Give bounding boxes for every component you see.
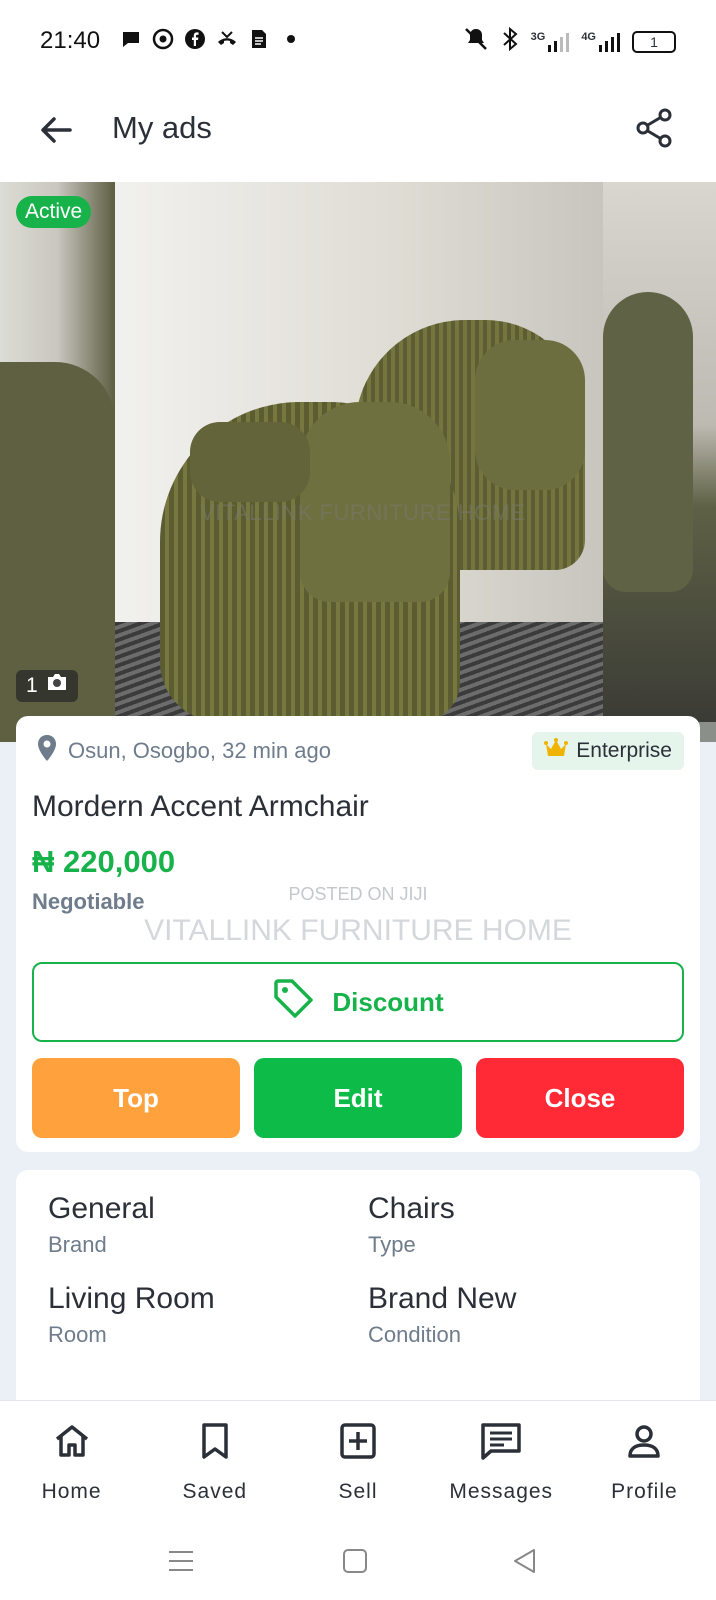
page-title: My ads xyxy=(112,110,212,145)
attribute-value: General xyxy=(48,1192,155,1225)
photo-count: 1 xyxy=(26,674,38,697)
location-pin-icon xyxy=(36,734,58,768)
seller-watermark: VITALLINK FURNITURE HOME xyxy=(144,914,572,947)
signal-4g-icon: 4G xyxy=(581,31,620,53)
app-bar: My ads xyxy=(0,84,716,182)
location-text: Osun, Osogbo, 32 min ago xyxy=(68,738,331,763)
attribute-value: Brand New xyxy=(368,1282,517,1315)
attribute-value: Living Room xyxy=(48,1282,215,1315)
posted-watermark: POSTED ON JIJI xyxy=(288,884,428,904)
nav-home-label: Home xyxy=(41,1480,102,1503)
nav-saved[interactable]: Saved xyxy=(143,1401,286,1524)
chair-image-front xyxy=(160,402,460,722)
bluetooth-icon xyxy=(501,26,519,57)
user-icon xyxy=(624,1421,664,1466)
attribute-brand: General Brand xyxy=(48,1192,155,1258)
discount-button[interactable]: Discount xyxy=(32,962,684,1042)
signal-3g-icon: 3G xyxy=(531,31,570,53)
whatsapp-icon xyxy=(152,28,174,50)
attribute-label: Condition xyxy=(368,1322,461,1347)
nav-messages-label: Messages xyxy=(449,1480,554,1503)
status-time: 21:40 xyxy=(40,27,101,54)
image-watermark: VITALLINK FURNITURE HOME xyxy=(200,500,526,525)
status-bar: 21:40 3G 4G 1 xyxy=(0,0,716,84)
bookmark-icon xyxy=(195,1421,235,1466)
signal-4g-label: 4G xyxy=(581,30,596,43)
notification-icons xyxy=(120,28,302,50)
attribute-label: Brand xyxy=(48,1232,107,1257)
nav-messages[interactable]: Messages xyxy=(430,1401,573,1524)
back-arrow-icon[interactable] xyxy=(34,108,78,152)
price-tag-icon xyxy=(272,977,316,1028)
home-icon xyxy=(52,1421,92,1466)
nav-saved-label: Saved xyxy=(182,1480,248,1503)
attribute-label: Room xyxy=(48,1322,107,1347)
attributes-card: General Brand Chairs Type Living Room Ro… xyxy=(16,1170,700,1410)
share-icon[interactable] xyxy=(632,106,676,150)
status-badge: Active xyxy=(16,196,92,228)
enterprise-badge: Enterprise xyxy=(532,732,684,770)
attribute-value: Chairs xyxy=(368,1192,455,1225)
chat-bubble-icon xyxy=(120,28,142,50)
message-icon xyxy=(479,1421,523,1466)
battery-icon: 1 xyxy=(632,30,676,53)
ad-title: Mordern Accent Armchair xyxy=(32,790,369,823)
back-triangle-icon[interactable] xyxy=(510,1546,540,1576)
attribute-type: Chairs Type xyxy=(368,1192,455,1258)
photo-gallery[interactable]: VITALLINK FURNITURE HOME xyxy=(0,182,716,742)
recents-menu-icon[interactable] xyxy=(166,1546,196,1576)
location-row: Osun, Osogbo, 32 min ago xyxy=(36,734,331,768)
nav-sell[interactable]: Sell xyxy=(286,1401,429,1524)
crown-icon xyxy=(544,738,569,764)
system-navigation xyxy=(0,1524,716,1600)
system-status-icons: 3G 4G 1 xyxy=(463,26,676,57)
signal-3g-label: 3G xyxy=(530,30,546,43)
attribute-condition: Brand New Condition xyxy=(368,1282,516,1348)
attribute-label: Type xyxy=(368,1232,416,1257)
ad-actions: Top Edit Close xyxy=(32,1058,684,1138)
photo-count-badge: 1 xyxy=(16,670,78,702)
facebook-icon xyxy=(184,28,206,50)
nav-profile[interactable]: Profile xyxy=(573,1401,716,1524)
enterprise-label: Enterprise xyxy=(576,739,672,762)
edit-button[interactable]: Edit xyxy=(254,1058,462,1138)
battery-level: 1 xyxy=(650,33,658,50)
discount-label: Discount xyxy=(332,986,444,1017)
document-icon xyxy=(248,28,270,50)
close-button[interactable]: Close xyxy=(476,1058,684,1138)
home-square-icon[interactable] xyxy=(340,1546,370,1576)
nav-home[interactable]: Home xyxy=(0,1401,143,1524)
mute-icon xyxy=(463,26,489,57)
chair-image-right xyxy=(603,292,693,592)
ad-price: ₦ 220,000 xyxy=(32,844,176,879)
nav-sell-label: Sell xyxy=(338,1480,378,1503)
camera-icon xyxy=(46,670,68,702)
attribute-room: Living Room Room xyxy=(48,1282,215,1348)
missed-call-icon xyxy=(216,28,238,50)
nav-profile-label: Profile xyxy=(611,1480,678,1503)
ad-summary-card: Osun, Osogbo, 32 min ago Enterprise Mord… xyxy=(16,716,700,1152)
top-button[interactable]: Top xyxy=(32,1058,240,1138)
add-square-icon xyxy=(338,1421,378,1466)
bottom-navigation: Home Saved Sell Messages Profile xyxy=(0,1400,716,1524)
dot-icon xyxy=(280,28,302,50)
